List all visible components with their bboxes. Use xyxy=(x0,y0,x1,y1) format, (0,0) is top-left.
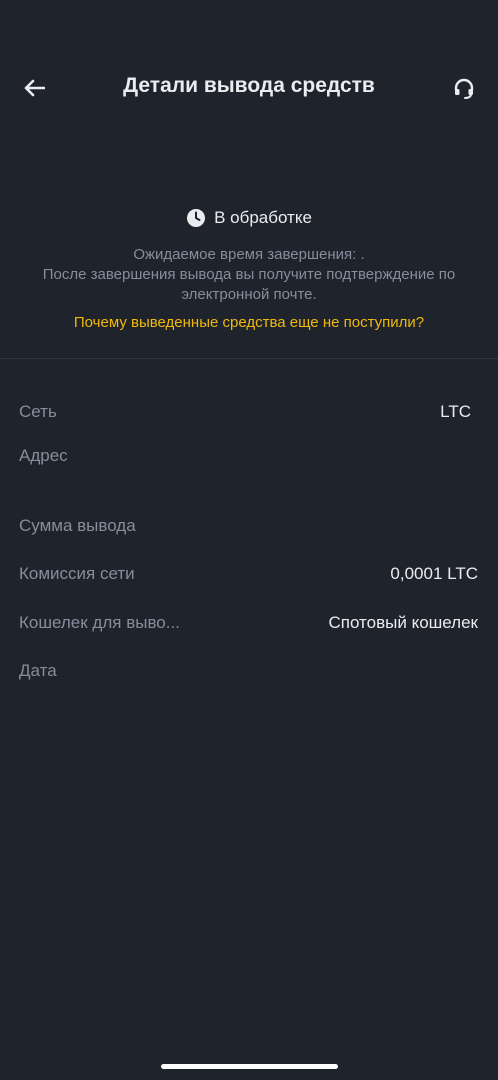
app-header: Детали вывода средств xyxy=(0,64,498,112)
status-section: В обработке Ожидаемое время завершения: … xyxy=(0,205,498,333)
email-confirmation-note: После завершения вывода вы получите подт… xyxy=(42,266,456,303)
address-label: Адрес xyxy=(19,446,68,465)
status-label: В обработке xyxy=(214,208,312,227)
network-label: Сеть xyxy=(19,402,57,421)
expected-time-text: Ожидаемое время завершения: . xyxy=(133,246,365,263)
detail-row-date: Дата xyxy=(19,656,478,686)
detail-row-address: Адрес xyxy=(19,441,478,471)
detail-row-network: Сеть LTC xyxy=(19,397,471,427)
why-not-received-link[interactable]: Почему выведенные средства еще не поступ… xyxy=(0,313,498,333)
section-divider xyxy=(0,358,498,359)
detail-row-wallet: Кошелек для выво... Спотовый кошелек xyxy=(19,608,478,638)
detail-row-fee: Комиссия сети 0,0001 LTC xyxy=(19,559,478,589)
amount-label: Сумма вывода xyxy=(19,516,136,535)
page-title: Детали вывода средств xyxy=(123,74,375,97)
fee-value: 0,0001 LTC xyxy=(390,564,478,583)
date-label: Дата xyxy=(19,661,57,680)
status-row: В обработке xyxy=(0,205,498,231)
headset-icon xyxy=(454,78,474,99)
wallet-value: Спотовый кошелек xyxy=(328,613,478,632)
home-indicator[interactable] xyxy=(161,1064,338,1069)
detail-row-amount: Сумма вывода xyxy=(19,511,478,541)
clock-icon xyxy=(186,208,206,228)
network-value: LTC xyxy=(440,402,471,421)
wallet-label: Кошелек для выво... xyxy=(19,613,180,632)
fee-label: Комиссия сети xyxy=(19,564,135,583)
support-button[interactable] xyxy=(448,72,480,104)
